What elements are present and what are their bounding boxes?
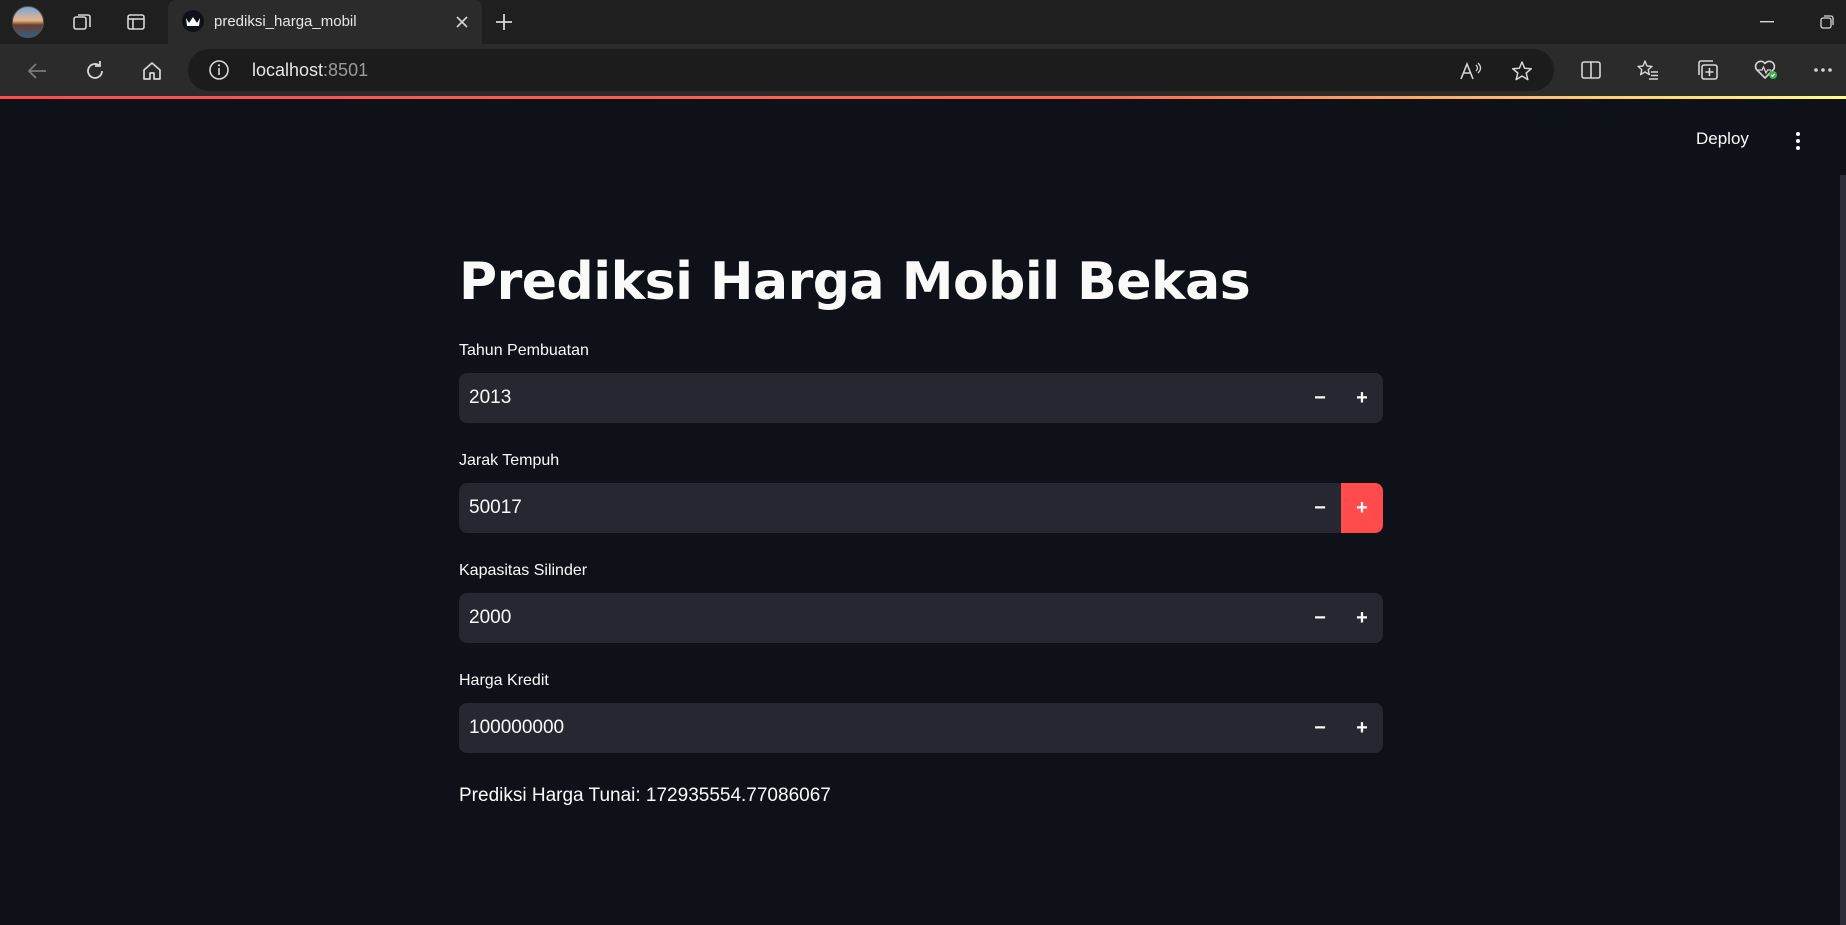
scrollbar[interactable] bbox=[1840, 175, 1846, 925]
field-label: Jarak Tempuh bbox=[459, 452, 560, 469]
close-icon[interactable] bbox=[452, 12, 472, 32]
favorite-star-icon[interactable] bbox=[1509, 58, 1535, 84]
decrement-button[interactable]: − bbox=[1299, 703, 1341, 753]
split-screen-icon[interactable] bbox=[1575, 54, 1607, 86]
address-bar[interactable]: localhost:8501 bbox=[188, 49, 1554, 91]
field-harga-kredit: Harga Kredit − + bbox=[459, 669, 1383, 753]
tahun-pembuatan-input[interactable] bbox=[459, 373, 1279, 423]
read-aloud-icon[interactable] bbox=[1458, 58, 1484, 84]
increment-button[interactable]: + bbox=[1341, 373, 1383, 423]
field-jarak-tempuh: Jarak Tempuh − + bbox=[459, 449, 1383, 533]
kapasitas-silinder-input[interactable] bbox=[459, 593, 1279, 643]
url-host: localhost bbox=[252, 60, 324, 80]
jarak-tempuh-input[interactable] bbox=[459, 483, 1279, 533]
url-text: localhost:8501 bbox=[252, 60, 368, 81]
deploy-button[interactable]: Deploy bbox=[1696, 129, 1749, 149]
field-label: Harga Kredit bbox=[459, 672, 549, 689]
field-label: Kapasitas Silinder bbox=[459, 562, 588, 579]
info-icon[interactable] bbox=[208, 59, 230, 81]
result-label: Prediksi Harga Tunai: bbox=[459, 785, 646, 806]
decrement-button[interactable]: − bbox=[1299, 373, 1341, 423]
more-icon[interactable] bbox=[1807, 54, 1839, 86]
number-input-harga-kredit: − + bbox=[459, 703, 1383, 753]
browser-tab-bar: prediksi_harga_mobil bbox=[0, 0, 1846, 44]
home-icon[interactable] bbox=[135, 54, 169, 88]
field-kapasitas-silinder: Kapasitas Silinder − + bbox=[459, 559, 1383, 643]
main-menu-icon[interactable] bbox=[1788, 129, 1808, 153]
decrement-button[interactable]: − bbox=[1299, 483, 1341, 533]
page-title: Prediksi Harga Mobil Bekas bbox=[459, 252, 1251, 312]
active-tab[interactable]: prediksi_harga_mobil bbox=[168, 0, 482, 44]
profile-avatar-icon[interactable] bbox=[8, 6, 48, 38]
increment-button[interactable]: + bbox=[1341, 483, 1383, 533]
plus-icon[interactable] bbox=[490, 8, 518, 36]
harga-kredit-input[interactable] bbox=[459, 703, 1279, 753]
back-icon[interactable] bbox=[20, 54, 54, 88]
increment-button[interactable]: + bbox=[1341, 593, 1383, 643]
collections-icon[interactable] bbox=[1692, 54, 1724, 86]
tab-title: prediksi_harga_mobil bbox=[214, 13, 357, 30]
url-port: :8501 bbox=[323, 60, 369, 80]
decrement-button[interactable]: − bbox=[1299, 593, 1341, 643]
number-input-jarak-tempuh: − + bbox=[459, 483, 1383, 533]
field-tahun-pembuatan: Tahun Pembuatan − + bbox=[459, 339, 1383, 423]
minimize-icon[interactable] bbox=[1752, 12, 1782, 32]
result-value: 172935554.77086067 bbox=[645, 785, 831, 806]
increment-button[interactable]: + bbox=[1341, 703, 1383, 753]
number-input-tahun-pembuatan: − + bbox=[459, 373, 1383, 423]
field-label: Tahun Pembuatan bbox=[459, 342, 589, 359]
streamlit-crown-icon bbox=[182, 10, 204, 32]
workspaces-icon[interactable] bbox=[62, 6, 102, 38]
browser-essentials-icon[interactable] bbox=[1750, 54, 1782, 86]
prediction-result: Prediksi Harga Tunai: 172935554.77086067 bbox=[459, 785, 1383, 807]
favorites-icon[interactable] bbox=[1632, 54, 1664, 86]
number-input-kapasitas-silinder: − + bbox=[459, 593, 1383, 643]
browser-toolbar: localhost:8501 bbox=[0, 44, 1846, 96]
streamlit-app: Deploy Prediksi Harga Mobil Bekas Tahun … bbox=[0, 99, 1846, 925]
restore-icon[interactable] bbox=[1812, 12, 1842, 32]
refresh-icon[interactable] bbox=[78, 54, 112, 88]
main-content: Prediksi Harga Mobil Bekas Tahun Pembuat… bbox=[459, 249, 1383, 807]
tab-actions-icon[interactable] bbox=[116, 6, 156, 38]
